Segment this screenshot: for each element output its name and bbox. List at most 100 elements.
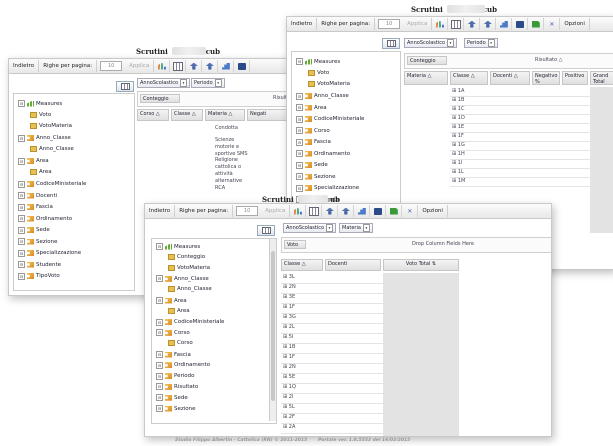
filter-periodo[interactable]: Periodo ▾ [191, 78, 225, 88]
measure-conteggio[interactable]: Conteggio [140, 94, 180, 103]
tree-node[interactable]: ⊟ Anno_Classe [18, 134, 71, 142]
tree-node[interactable]: ⊟ Area [18, 157, 49, 165]
back-button[interactable]: Indietro [145, 205, 176, 217]
tree-node[interactable]: ⊟ Specializzazione [18, 249, 81, 257]
table-row[interactable]: ⊞ 3L [283, 274, 295, 281]
apply-button[interactable]: Applica [261, 205, 291, 217]
expand-icon[interactable]: ⊟ [296, 115, 303, 123]
table-row[interactable]: ⊞ 2L [283, 324, 295, 331]
col-header-voto-total[interactable]: Voto Total ⇅ [383, 259, 459, 271]
table-row[interactable]: ⊞ 1D [452, 115, 465, 122]
sort-up-button[interactable] [464, 18, 481, 30]
tree-node[interactable]: ⊟ Area [156, 297, 187, 304]
rows-per-page-input[interactable]: 10 [100, 61, 123, 71]
tree-node[interactable]: ⊟ CodiceMinisteriale [156, 318, 224, 326]
expand-icon[interactable]: ⊟ [18, 249, 25, 257]
expand-icon[interactable]: ⊟ [296, 127, 303, 134]
tree-node[interactable]: ⊟ Measures [156, 243, 200, 250]
tree-node[interactable]: ⊟ Periodo [156, 372, 195, 380]
table-row[interactable]: ⊞ 1F [283, 304, 295, 311]
filter-annoscolastico[interactable]: AnnoScolastico ▾ [283, 223, 337, 233]
tree-node[interactable]: VotoMateria [168, 264, 210, 271]
tree-node[interactable]: ⊟ Specializzazione [296, 184, 359, 192]
table-row[interactable]: ⊞ 5L [283, 404, 295, 411]
tree-node[interactable]: ⊟ Anno_Classe [296, 92, 349, 100]
expand-icon[interactable]: ⊟ [296, 161, 303, 169]
filter-periodo[interactable]: Periodo ▾ [464, 38, 498, 48]
grid-button[interactable] [448, 18, 465, 30]
expand-icon[interactable]: ⊟ [296, 184, 303, 192]
expand-icon[interactable]: ⊟ [156, 297, 163, 304]
grid-button[interactable] [306, 205, 323, 217]
table-row[interactable]: ⊞ 1G [452, 142, 465, 149]
row-header-materia[interactable]: Materia △ [404, 71, 448, 85]
dropdown-icon[interactable]: ▾ [447, 39, 455, 47]
rows-per-page-input[interactable]: 10 [236, 206, 259, 216]
tree-node[interactable]: ⊟ Sede [156, 394, 188, 402]
tree-node[interactable]: ⊟ Sezione [18, 238, 58, 245]
tree-node[interactable]: ⊟ Fascia [156, 351, 191, 358]
table-row[interactable]: ⊞ 5I [283, 334, 293, 341]
expand-icon[interactable]: ⊟ [296, 104, 303, 111]
col-header-positivo[interactable]: Positivo [562, 71, 588, 85]
row-header-classe[interactable]: Classe △ [281, 259, 323, 271]
tree-node[interactable]: ⊟ TipoVoto [18, 272, 60, 280]
measure-conteggio[interactable]: Conteggio [407, 56, 447, 65]
table-row[interactable]: ⊞ 1F [283, 354, 295, 361]
options-button[interactable]: Opzioni [418, 205, 448, 217]
expand-icon[interactable]: ⊟ [296, 173, 303, 180]
tree-node[interactable]: VotoMateria [30, 123, 72, 129]
tree-node[interactable]: ⊟ Area [296, 104, 327, 111]
tree-node[interactable]: ⊟ CodiceMinisteriale [296, 115, 364, 123]
options-button[interactable]: Opzioni [560, 18, 590, 30]
table-row[interactable]: ⊞ 1B [452, 97, 464, 104]
tree-node[interactable]: ⊟ Docenti [18, 192, 57, 199]
field-list-button[interactable] [116, 81, 134, 92]
table-row[interactable]: ⊞ 3G [283, 314, 296, 321]
expand-icon[interactable]: ⊟ [296, 150, 303, 157]
dropdown-icon[interactable]: ▾ [326, 224, 334, 232]
drop-column-fields[interactable]: Drop Column Fields Here [412, 241, 474, 248]
table-row[interactable]: ⊞ 2F [283, 414, 295, 421]
tree-node[interactable]: ⊟ Fascia [18, 203, 53, 211]
tree-node[interactable]: Voto [308, 69, 329, 76]
filter-annoscolastico[interactable]: AnnoScolastico ▾ [404, 38, 458, 48]
clear-button[interactable]: ✕ [544, 18, 561, 30]
save-button[interactable] [512, 18, 529, 30]
expand-icon[interactable]: ⊟ [18, 203, 25, 211]
expand-icon[interactable]: ⊟ [156, 351, 163, 358]
row-header-classe[interactable]: Classe △ [171, 109, 203, 121]
tree-node[interactable]: VotoMateria [308, 81, 350, 87]
scrollbar-thumb[interactable] [271, 251, 275, 401]
tree-node[interactable]: Area [168, 307, 190, 314]
sort-down-button[interactable] [480, 18, 497, 30]
expand-icon[interactable]: ⊟ [18, 261, 25, 268]
tree-node[interactable]: ⊟ Sezione [156, 405, 196, 412]
tree-node[interactable]: Voto [30, 111, 51, 118]
save-button[interactable] [370, 205, 387, 217]
sort-down-button[interactable] [202, 60, 219, 72]
expand-icon[interactable]: ⊟ [18, 100, 25, 107]
tree-node[interactable]: ⊟ Studente [18, 261, 61, 268]
expand-icon[interactable]: ⊟ [296, 58, 303, 65]
dropdown-icon[interactable]: ▾ [214, 79, 222, 87]
expand-icon[interactable]: ⊟ [18, 134, 25, 142]
expand-icon[interactable]: ⊟ [296, 138, 303, 146]
table-row[interactable]: ⊞ 3E [283, 294, 295, 301]
table-row[interactable]: ⊞ 2A [283, 424, 295, 431]
table-row[interactable]: ⊞ 1E [452, 124, 464, 131]
apply-button[interactable]: Applica [403, 18, 433, 30]
tree-node[interactable]: Corso [168, 340, 193, 347]
tree-node[interactable]: ⊟ Measures [18, 100, 62, 107]
clear-button[interactable]: ✕ [402, 205, 419, 217]
grid-button[interactable] [170, 60, 187, 72]
field-list-button[interactable] [257, 225, 275, 236]
tree-node[interactable]: ⊟ Corso [296, 127, 330, 134]
dropdown-icon[interactable]: ▾ [180, 79, 188, 87]
chart-button[interactable] [432, 18, 449, 30]
filter-annoscolastico[interactable]: AnnoScolastico ▾ [137, 78, 191, 88]
table-row[interactable]: ⊞ 1Q [283, 384, 296, 391]
measure-voto[interactable]: Voto [284, 240, 306, 249]
table-row[interactable]: ⊞ 1M [452, 178, 465, 185]
apply-button[interactable]: Applica [125, 60, 155, 72]
